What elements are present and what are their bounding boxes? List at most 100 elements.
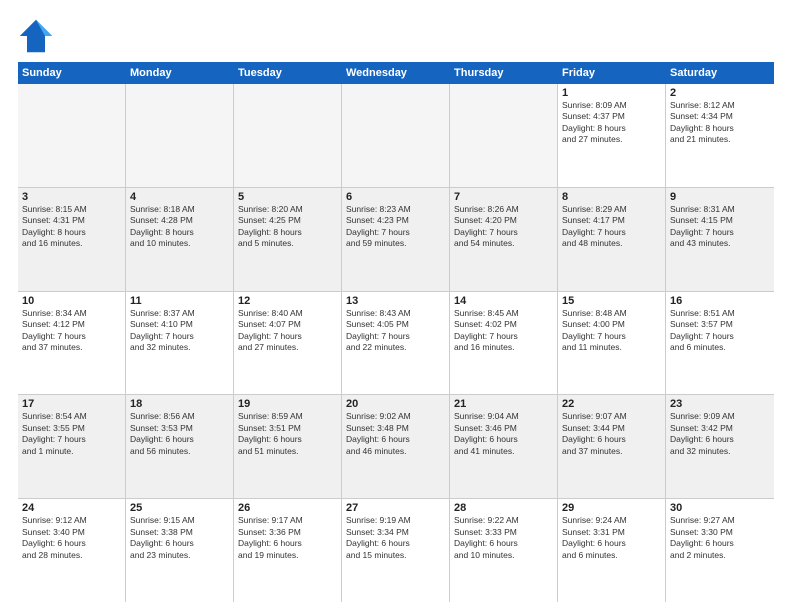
day-number: 30 (670, 502, 770, 514)
day-number: 14 (454, 295, 553, 307)
calendar-day-cell: 21Sunrise: 9:04 AM Sunset: 3:46 PM Dayli… (450, 395, 558, 498)
day-info: Sunrise: 9:15 AM Sunset: 3:38 PM Dayligh… (130, 515, 229, 561)
calendar-day-cell: 17Sunrise: 8:54 AM Sunset: 3:55 PM Dayli… (18, 395, 126, 498)
day-number: 5 (238, 191, 337, 203)
day-number: 13 (346, 295, 445, 307)
day-info: Sunrise: 8:23 AM Sunset: 4:23 PM Dayligh… (346, 204, 445, 250)
calendar-day-cell (18, 84, 126, 187)
day-number: 23 (670, 398, 770, 410)
day-info: Sunrise: 9:07 AM Sunset: 3:44 PM Dayligh… (562, 411, 661, 457)
day-info: Sunrise: 8:31 AM Sunset: 4:15 PM Dayligh… (670, 204, 770, 250)
day-info: Sunrise: 8:37 AM Sunset: 4:10 PM Dayligh… (130, 308, 229, 354)
day-number: 27 (346, 502, 445, 514)
calendar-day-cell: 29Sunrise: 9:24 AM Sunset: 3:31 PM Dayli… (558, 499, 666, 602)
day-number: 6 (346, 191, 445, 203)
calendar-day-cell: 18Sunrise: 8:56 AM Sunset: 3:53 PM Dayli… (126, 395, 234, 498)
day-number: 15 (562, 295, 661, 307)
day-info: Sunrise: 9:02 AM Sunset: 3:48 PM Dayligh… (346, 411, 445, 457)
day-of-week-header: Friday (558, 62, 666, 84)
day-of-week-header: Thursday (450, 62, 558, 84)
calendar-week-row: 17Sunrise: 8:54 AM Sunset: 3:55 PM Dayli… (18, 395, 774, 499)
day-number: 28 (454, 502, 553, 514)
calendar-week-row: 1Sunrise: 8:09 AM Sunset: 4:37 PM Daylig… (18, 84, 774, 188)
day-number: 20 (346, 398, 445, 410)
calendar-day-cell (450, 84, 558, 187)
day-number: 18 (130, 398, 229, 410)
logo (18, 18, 58, 54)
calendar-day-cell: 23Sunrise: 9:09 AM Sunset: 3:42 PM Dayli… (666, 395, 774, 498)
calendar-body: 1Sunrise: 8:09 AM Sunset: 4:37 PM Daylig… (18, 84, 774, 602)
calendar-day-cell: 28Sunrise: 9:22 AM Sunset: 3:33 PM Dayli… (450, 499, 558, 602)
calendar-week-row: 3Sunrise: 8:15 AM Sunset: 4:31 PM Daylig… (18, 188, 774, 292)
day-of-week-header: Tuesday (234, 62, 342, 84)
day-info: Sunrise: 9:17 AM Sunset: 3:36 PM Dayligh… (238, 515, 337, 561)
calendar-week-row: 24Sunrise: 9:12 AM Sunset: 3:40 PM Dayli… (18, 499, 774, 602)
day-number: 25 (130, 502, 229, 514)
day-info: Sunrise: 8:56 AM Sunset: 3:53 PM Dayligh… (130, 411, 229, 457)
day-number: 9 (670, 191, 770, 203)
day-info: Sunrise: 9:09 AM Sunset: 3:42 PM Dayligh… (670, 411, 770, 457)
calendar: SundayMondayTuesdayWednesdayThursdayFrid… (18, 62, 774, 602)
day-info: Sunrise: 9:04 AM Sunset: 3:46 PM Dayligh… (454, 411, 553, 457)
day-info: Sunrise: 9:24 AM Sunset: 3:31 PM Dayligh… (562, 515, 661, 561)
day-number: 10 (22, 295, 121, 307)
day-number: 2 (670, 87, 770, 99)
day-of-week-header: Saturday (666, 62, 774, 84)
day-number: 29 (562, 502, 661, 514)
calendar-day-cell (234, 84, 342, 187)
day-info: Sunrise: 8:59 AM Sunset: 3:51 PM Dayligh… (238, 411, 337, 457)
day-number: 7 (454, 191, 553, 203)
day-of-week-header: Sunday (18, 62, 126, 84)
day-number: 1 (562, 87, 661, 99)
calendar-day-cell (342, 84, 450, 187)
day-number: 17 (22, 398, 121, 410)
calendar-day-cell: 27Sunrise: 9:19 AM Sunset: 3:34 PM Dayli… (342, 499, 450, 602)
calendar-day-cell: 26Sunrise: 9:17 AM Sunset: 3:36 PM Dayli… (234, 499, 342, 602)
calendar-day-cell: 1Sunrise: 8:09 AM Sunset: 4:37 PM Daylig… (558, 84, 666, 187)
calendar-day-cell: 4Sunrise: 8:18 AM Sunset: 4:28 PM Daylig… (126, 188, 234, 291)
calendar-day-cell: 20Sunrise: 9:02 AM Sunset: 3:48 PM Dayli… (342, 395, 450, 498)
day-number: 16 (670, 295, 770, 307)
day-info: Sunrise: 8:54 AM Sunset: 3:55 PM Dayligh… (22, 411, 121, 457)
day-info: Sunrise: 8:48 AM Sunset: 4:00 PM Dayligh… (562, 308, 661, 354)
day-number: 8 (562, 191, 661, 203)
day-number: 22 (562, 398, 661, 410)
calendar-day-cell: 24Sunrise: 9:12 AM Sunset: 3:40 PM Dayli… (18, 499, 126, 602)
day-info: Sunrise: 9:19 AM Sunset: 3:34 PM Dayligh… (346, 515, 445, 561)
calendar-day-cell: 6Sunrise: 8:23 AM Sunset: 4:23 PM Daylig… (342, 188, 450, 291)
day-info: Sunrise: 9:12 AM Sunset: 3:40 PM Dayligh… (22, 515, 121, 561)
calendar-day-cell: 16Sunrise: 8:51 AM Sunset: 3:57 PM Dayli… (666, 292, 774, 395)
day-of-week-header: Wednesday (342, 62, 450, 84)
calendar-day-cell: 9Sunrise: 8:31 AM Sunset: 4:15 PM Daylig… (666, 188, 774, 291)
day-info: Sunrise: 8:15 AM Sunset: 4:31 PM Dayligh… (22, 204, 121, 250)
calendar-day-cell: 5Sunrise: 8:20 AM Sunset: 4:25 PM Daylig… (234, 188, 342, 291)
day-number: 21 (454, 398, 553, 410)
day-info: Sunrise: 8:26 AM Sunset: 4:20 PM Dayligh… (454, 204, 553, 250)
calendar-day-cell: 22Sunrise: 9:07 AM Sunset: 3:44 PM Dayli… (558, 395, 666, 498)
day-info: Sunrise: 8:40 AM Sunset: 4:07 PM Dayligh… (238, 308, 337, 354)
day-number: 19 (238, 398, 337, 410)
calendar-day-cell: 7Sunrise: 8:26 AM Sunset: 4:20 PM Daylig… (450, 188, 558, 291)
day-info: Sunrise: 9:27 AM Sunset: 3:30 PM Dayligh… (670, 515, 770, 561)
calendar-day-cell: 25Sunrise: 9:15 AM Sunset: 3:38 PM Dayli… (126, 499, 234, 602)
page-header (18, 18, 774, 54)
day-info: Sunrise: 8:43 AM Sunset: 4:05 PM Dayligh… (346, 308, 445, 354)
day-number: 26 (238, 502, 337, 514)
calendar-day-cell: 2Sunrise: 8:12 AM Sunset: 4:34 PM Daylig… (666, 84, 774, 187)
calendar-day-cell: 10Sunrise: 8:34 AM Sunset: 4:12 PM Dayli… (18, 292, 126, 395)
calendar-day-cell: 8Sunrise: 8:29 AM Sunset: 4:17 PM Daylig… (558, 188, 666, 291)
logo-icon (18, 18, 54, 54)
calendar-week-row: 10Sunrise: 8:34 AM Sunset: 4:12 PM Dayli… (18, 292, 774, 396)
calendar-header: SundayMondayTuesdayWednesdayThursdayFrid… (18, 62, 774, 84)
day-info: Sunrise: 8:29 AM Sunset: 4:17 PM Dayligh… (562, 204, 661, 250)
day-info: Sunrise: 8:51 AM Sunset: 3:57 PM Dayligh… (670, 308, 770, 354)
calendar-day-cell: 30Sunrise: 9:27 AM Sunset: 3:30 PM Dayli… (666, 499, 774, 602)
calendar-day-cell: 19Sunrise: 8:59 AM Sunset: 3:51 PM Dayli… (234, 395, 342, 498)
day-number: 11 (130, 295, 229, 307)
calendar-day-cell: 15Sunrise: 8:48 AM Sunset: 4:00 PM Dayli… (558, 292, 666, 395)
day-of-week-header: Monday (126, 62, 234, 84)
day-info: Sunrise: 8:09 AM Sunset: 4:37 PM Dayligh… (562, 100, 661, 146)
day-number: 3 (22, 191, 121, 203)
calendar-day-cell: 11Sunrise: 8:37 AM Sunset: 4:10 PM Dayli… (126, 292, 234, 395)
day-info: Sunrise: 8:34 AM Sunset: 4:12 PM Dayligh… (22, 308, 121, 354)
